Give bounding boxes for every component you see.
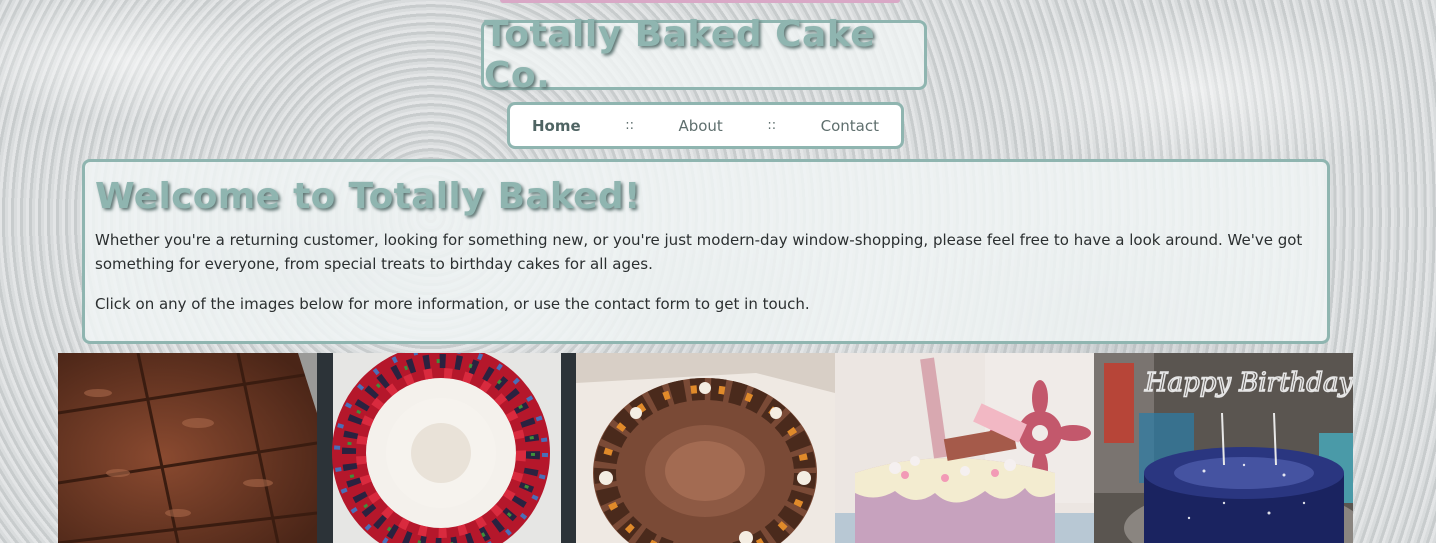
top-accent-bar	[500, 0, 900, 3]
site-title: Totally Baked Cake Co.	[481, 14, 927, 96]
nav-home-link[interactable]: Home	[532, 117, 581, 135]
welcome-paragraph-intro: Whether you're a returning customer, loo…	[95, 231, 1303, 273]
nav-about-link[interactable]: About	[678, 117, 722, 135]
brownies-photo	[58, 353, 317, 543]
gallery-image-galaxy-cake[interactable]: Happy Birthday	[1094, 353, 1353, 543]
main-nav: Home :: About :: Contact	[507, 102, 904, 149]
cake-gallery: Happy Birthday	[58, 353, 1353, 543]
gallery-image-brownies[interactable]	[58, 353, 317, 543]
galaxy-cake-photo: Happy Birthday	[1094, 353, 1353, 543]
welcome-heading: Welcome to Totally Baked!	[95, 176, 641, 217]
nav-separator: ::	[625, 118, 634, 133]
chocolate-cake-photo	[576, 353, 835, 543]
berry-wreath-photo	[317, 353, 576, 543]
nav-contact-link[interactable]: Contact	[821, 117, 879, 135]
nav-separator: ::	[767, 118, 777, 133]
pink-drip-cake-photo	[835, 353, 1094, 543]
gallery-image-chocolate-cake[interactable]	[576, 353, 835, 543]
gallery-image-berry-wreath[interactable]	[317, 353, 576, 543]
welcome-panel: Welcome to Totally Baked! Whether you're…	[82, 159, 1330, 344]
gallery-image-pink-drip-cake[interactable]	[835, 353, 1094, 543]
cake-topper-text: Happy Birthday	[1144, 368, 1353, 398]
welcome-paragraph-instructions: Click on any of the images below for mor…	[95, 295, 810, 313]
